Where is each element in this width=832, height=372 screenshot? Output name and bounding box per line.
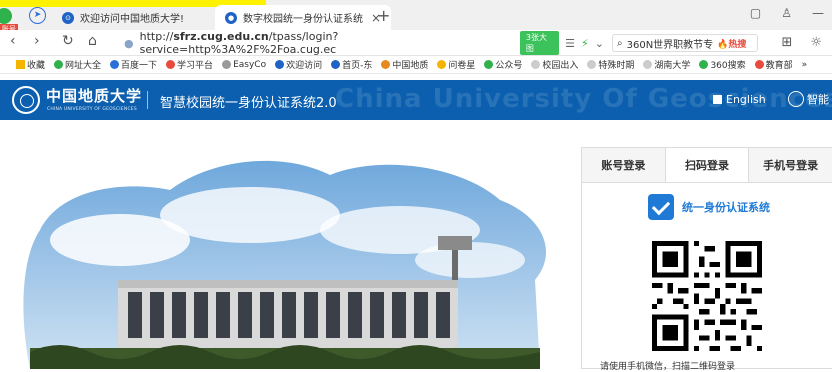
bookmark-item[interactable]: 中国地质 (381, 58, 428, 71)
restore-icon[interactable]: ▢ (750, 6, 761, 20)
bookmark-icon (222, 60, 232, 69)
bookmark-icon (437, 60, 447, 69)
search-icon: ⌕ (617, 37, 623, 49)
login-panel: 账号登录 扫码登录 手机号登录 统一身份认证系统 请使用手机微信，扫描二维码登录 (581, 147, 832, 372)
bookmark-item[interactable]: EasyCo (222, 60, 266, 70)
bookmark-icon (587, 60, 597, 69)
tab-label: 欢迎访问中国地质大学! (80, 14, 185, 25)
university-logo-text: 中国地质大学 (46, 87, 143, 105)
smart-label: 智能 (807, 93, 829, 106)
bookmark-icon (754, 60, 764, 69)
bookmark-item[interactable]: 百度一下 (110, 58, 157, 71)
tab-cug-home[interactable]: ⊙ 欢迎访问中国地质大学! (52, 5, 212, 30)
cug-favicon-icon: ⊙ (62, 11, 74, 24)
tab-auth-system[interactable]: ● 数字校园统一身份认证系统 × (215, 5, 391, 30)
address-bar: ‹ › ↻ ⌂ ● http://sfrz.cug.edu.cn/tpass/l… (0, 30, 832, 56)
check-icon (648, 194, 674, 220)
bookmark-icon (643, 60, 653, 69)
language-label: English (726, 93, 766, 106)
settings-icon[interactable]: ☼ (810, 35, 822, 50)
bookmark-item[interactable]: 湖南大学 (643, 58, 690, 71)
login-qr-code[interactable] (652, 241, 762, 351)
tab-label: 数字校园统一身份认证系统 (243, 14, 363, 25)
menu-icon[interactable]: ☰ (565, 37, 575, 50)
hero-illustration (0, 120, 580, 369)
system-title: 智慧校园统一身份认证系统2.0 (160, 96, 337, 111)
search-input[interactable]: ⌕ 360N世界职教节专 🔥热搜 (612, 34, 758, 52)
login-tabs: 账号登录 扫码登录 手机号登录 (582, 148, 832, 183)
bookmark-item[interactable]: 收藏 (16, 58, 45, 71)
navigate-icon[interactable]: ➤ (29, 7, 46, 24)
minimize-icon[interactable]: — (812, 6, 824, 20)
university-emblem-icon (12, 86, 40, 114)
bookmark-item[interactable]: 问卷星 (437, 58, 475, 71)
bookmark-icon (381, 60, 391, 69)
university-logo-en: CHINA UNIVERSITY OF GEOSCIENCES (47, 107, 137, 112)
reload-icon[interactable]: ↻ (62, 33, 74, 49)
more-bookmarks[interactable]: » (802, 60, 808, 70)
window-controls: ▢ ♙ — (750, 6, 824, 20)
tab-account-login[interactable]: 账号登录 (582, 148, 665, 182)
site-header: 中国地质大学 CHINA UNIVERSITY OF GEOSCIENCES 智… (0, 80, 832, 120)
grid-icon[interactable]: ⊞ (781, 35, 792, 50)
bookmark-item[interactable]: 校园出入 (531, 58, 578, 71)
language-switch[interactable]: English (713, 93, 766, 106)
tab-qr-login[interactable]: 扫码登录 (664, 148, 750, 182)
search-text: 360N世界职教节专 (626, 39, 714, 51)
bookmark-item[interactable]: 特殊时期 (587, 58, 634, 71)
toolbar-right: ⊞ ☼ (781, 35, 822, 50)
bookmark-icon (699, 60, 709, 69)
brand-text: 统一身份认证系统 (682, 201, 770, 214)
forward-icon[interactable]: › (34, 33, 40, 49)
qr-hint: 请使用手机微信，扫描二维码登录 (600, 362, 736, 372)
chevron-down-icon[interactable]: ⌄ (595, 37, 604, 50)
bookmark-item[interactable]: 教育部 (754, 58, 793, 71)
star-icon (16, 60, 25, 69)
browser-icon (0, 8, 12, 24)
back-icon[interactable]: ‹ (10, 33, 16, 49)
bookmark-item[interactable]: 360搜索 (699, 58, 746, 71)
bookmark-icon (110, 60, 120, 69)
bookmark-icon (331, 60, 341, 69)
tab-phone-login[interactable]: 手机号登录 (749, 148, 832, 182)
bookmark-item[interactable]: 学习平台 (166, 58, 213, 71)
browser-tab-bar: ➤ ⊙ 欢迎访问中国地质大学! ● 数字校园统一身份认证系统 × + ▢ ♙ —… (0, 0, 832, 34)
bookmark-icon (531, 60, 541, 69)
bookmark-item[interactable]: 公众号 (484, 58, 522, 71)
auth-favicon-icon: ● (225, 11, 237, 24)
smart-assistant[interactable]: 智能 (788, 91, 829, 107)
auth-brand: 统一身份认证系统 (648, 194, 770, 220)
url-input[interactable]: ● http://sfrz.cug.edu.cn/tpass/login?ser… (118, 30, 604, 56)
bookmarks-bar: 收藏 网址大全 百度一下 学习平台 EasyCo 欢迎访问 首页-东 中国地质 … (0, 56, 832, 74)
bookmark-icon (166, 60, 176, 69)
bookmark-item[interactable]: 网址大全 (54, 58, 101, 71)
new-tab-button[interactable]: + (377, 6, 390, 25)
home-icon[interactable]: ⌂ (88, 33, 97, 49)
url-text: http://sfrz.cug.edu.cn/tpass/login?servi… (139, 30, 339, 56)
language-icon (713, 95, 722, 104)
shirt-skin-icon[interactable]: ♙ (781, 6, 792, 20)
bookmark-item[interactable]: 首页-东 (331, 58, 372, 71)
robot-icon (788, 91, 804, 107)
bookmark-icon (484, 60, 494, 69)
header-divider (147, 91, 148, 109)
bookmark-item[interactable]: 欢迎访问 (275, 58, 322, 71)
image-chip[interactable]: 3张大图 (519, 31, 560, 55)
bookmark-icon (54, 60, 64, 69)
hot-search-badge[interactable]: 🔥热搜 (717, 37, 746, 50)
bookmark-icon (275, 60, 285, 69)
secure-icon: ● (124, 36, 134, 50)
bolt-icon[interactable]: ⚡ (581, 37, 589, 50)
campus-stadium-image (23, 160, 547, 369)
